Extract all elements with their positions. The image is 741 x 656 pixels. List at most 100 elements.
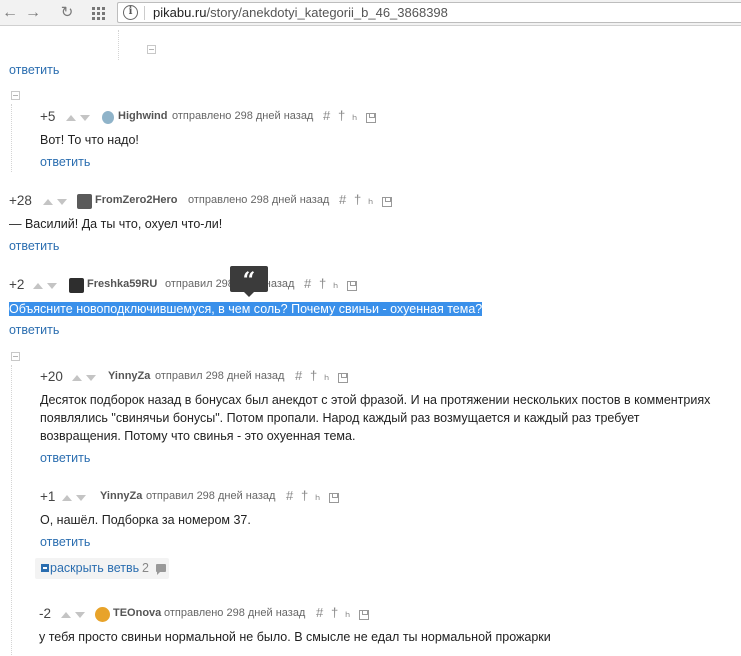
comment-text: О, нашёл. Подборка за номером 37. [40, 513, 251, 527]
selected-text: Объясните новоподключившемуся, в чем сол… [9, 302, 483, 316]
downvote-icon[interactable] [80, 115, 90, 121]
comment-score: +28 [9, 193, 32, 208]
save-icon[interactable] [347, 281, 357, 291]
branch-icon[interactable]: ₕ [368, 192, 373, 208]
comment-time[interactable]: отправил 298 дней назад [146, 490, 275, 502]
go-to-parent-icon[interactable]: † [319, 276, 326, 291]
username[interactable]: Freshka59RU [87, 278, 157, 290]
hash-link-icon[interactable]: # [295, 368, 302, 383]
comment-score: +5 [40, 109, 56, 124]
comment-bubble-icon [156, 564, 166, 575]
go-to-parent-icon[interactable]: † [310, 368, 317, 383]
downvote-icon[interactable] [57, 199, 67, 205]
avatar[interactable] [102, 111, 114, 124]
branch-icon[interactable]: ₕ [352, 108, 357, 124]
comment-header: +28 FromZero2Hero отправлено 298 дней на… [9, 192, 409, 210]
save-icon[interactable] [338, 373, 348, 383]
address-bar[interactable]: i pikabu.ru/story/anekdotyi_kategorii_b_… [117, 2, 741, 23]
comment-time[interactable]: отправлено 298 дней назад [188, 194, 329, 206]
thread-line [118, 30, 119, 60]
collapse-toggle[interactable] [147, 45, 156, 54]
comment-score: -2 [39, 606, 52, 621]
username[interactable]: YinnyZa [108, 370, 150, 382]
quote-icon[interactable]: “ [230, 266, 268, 297]
reply-link[interactable]: ответить [40, 155, 90, 169]
comment-text: — Василий! Да ты что, охуел что-ли! [9, 217, 223, 231]
comment-header: +20 YinnyZa отправил 298 дней назад # † … [40, 368, 440, 386]
save-icon[interactable] [366, 113, 376, 123]
info-icon[interactable]: i [123, 5, 138, 20]
comment-line: появлялись "свинячьи бонусы". Потом проп… [40, 411, 640, 425]
downvote-icon[interactable] [75, 612, 85, 618]
apps-grid-icon[interactable] [89, 3, 109, 23]
downvote-icon[interactable] [76, 495, 86, 501]
reply-link[interactable]: ответить [9, 239, 59, 253]
upvote-icon[interactable] [43, 199, 53, 205]
hash-link-icon[interactable]: # [339, 192, 346, 207]
username[interactable]: YinnyZa [100, 490, 142, 502]
thread-line [11, 365, 12, 655]
hash-link-icon[interactable]: # [304, 276, 311, 291]
hash-link-icon[interactable]: # [323, 108, 330, 123]
go-to-parent-icon[interactable]: † [331, 605, 338, 620]
comment-line: возвращения. Потому что свинья - это оху… [40, 429, 356, 443]
hash-link-icon[interactable]: # [316, 605, 323, 620]
address-separator [144, 6, 145, 20]
url-path: /story/anekdotyi_kategorii_b_46_3868398 [206, 5, 448, 20]
avatar[interactable] [77, 194, 92, 209]
comment-header: +5 Highwind отправлено 298 дней назад # … [40, 108, 440, 126]
username[interactable]: TEOnova [113, 607, 161, 619]
expand-branch-button[interactable]: раскрыть ветвь 2 [35, 558, 169, 579]
thread-line [11, 104, 12, 172]
downvote-icon[interactable] [47, 283, 57, 289]
comment-time[interactable]: отправил 298 дней назад [155, 370, 284, 382]
go-to-parent-icon[interactable]: † [354, 192, 361, 207]
avatar[interactable] [69, 278, 84, 293]
upvote-icon[interactable] [62, 495, 72, 501]
comment-time[interactable]: отправлено 298 дней назад [164, 607, 305, 619]
upvote-icon[interactable] [33, 283, 43, 289]
comment-text: Вот! То что надо! [40, 133, 139, 147]
back-arrow-icon[interactable]: ← [0, 3, 20, 23]
comment-time[interactable]: отправлено 298 дней назад [172, 110, 313, 122]
save-icon[interactable] [329, 493, 339, 503]
reload-icon[interactable]: ↻ [57, 3, 77, 23]
upvote-icon[interactable] [66, 115, 76, 121]
upvote-icon[interactable] [61, 612, 71, 618]
reply-link[interactable]: ответить [9, 323, 59, 337]
comment-header: +1 YinnyZa отправил 298 дней назад # † ₕ [40, 488, 440, 506]
comment-score: +1 [40, 489, 56, 504]
save-icon[interactable] [359, 610, 369, 620]
username[interactable]: Highwind [118, 110, 168, 122]
upvote-icon[interactable] [72, 375, 82, 381]
reply-link[interactable]: ответить [40, 451, 90, 465]
url-text[interactable]: pikabu.ru/story/anekdotyi_kategorii_b_46… [153, 5, 448, 20]
collapse-toggle[interactable] [11, 91, 20, 100]
go-to-parent-icon[interactable]: † [301, 488, 308, 503]
hash-link-icon[interactable]: # [286, 488, 293, 503]
downvote-icon[interactable] [86, 375, 96, 381]
branch-icon[interactable]: ₕ [345, 605, 350, 621]
save-icon[interactable] [382, 197, 392, 207]
comment-score: +20 [40, 369, 63, 384]
avatar[interactable] [95, 607, 110, 622]
forward-arrow-icon[interactable]: → [23, 3, 43, 23]
comment-text: Объясните новоподключившемуся, в чем сол… [9, 300, 483, 318]
comment-score: +2 [9, 277, 25, 292]
comment-header: -2 TEOnova отправлено 298 дней назад # †… [39, 605, 439, 623]
go-to-parent-icon[interactable]: † [338, 108, 345, 123]
branch-icon[interactable]: ₕ [315, 488, 320, 504]
collapse-toggle[interactable] [11, 352, 20, 361]
branch-icon[interactable]: ₕ [333, 276, 338, 292]
branch-icon[interactable]: ₕ [324, 368, 329, 384]
comment-text: у тебя просто свиньи нормальной не было.… [39, 630, 551, 644]
expand-branch-label: раскрыть ветвь [50, 561, 140, 575]
comment-header: +2 Freshka59RU отправил 298 дней назад #… [9, 276, 409, 294]
browser-toolbar: ← → ↻ i pikabu.ru/story/anekdotyi_katego… [0, 0, 741, 26]
reply-link[interactable]: ответить [9, 63, 59, 77]
username[interactable]: FromZero2Hero [95, 194, 178, 206]
comment-line: Десяток подборок назад в бонусах был ане… [40, 393, 711, 407]
expand-branch-count: 2 [142, 561, 149, 575]
expand-icon [41, 564, 49, 572]
reply-link[interactable]: ответить [40, 535, 90, 549]
